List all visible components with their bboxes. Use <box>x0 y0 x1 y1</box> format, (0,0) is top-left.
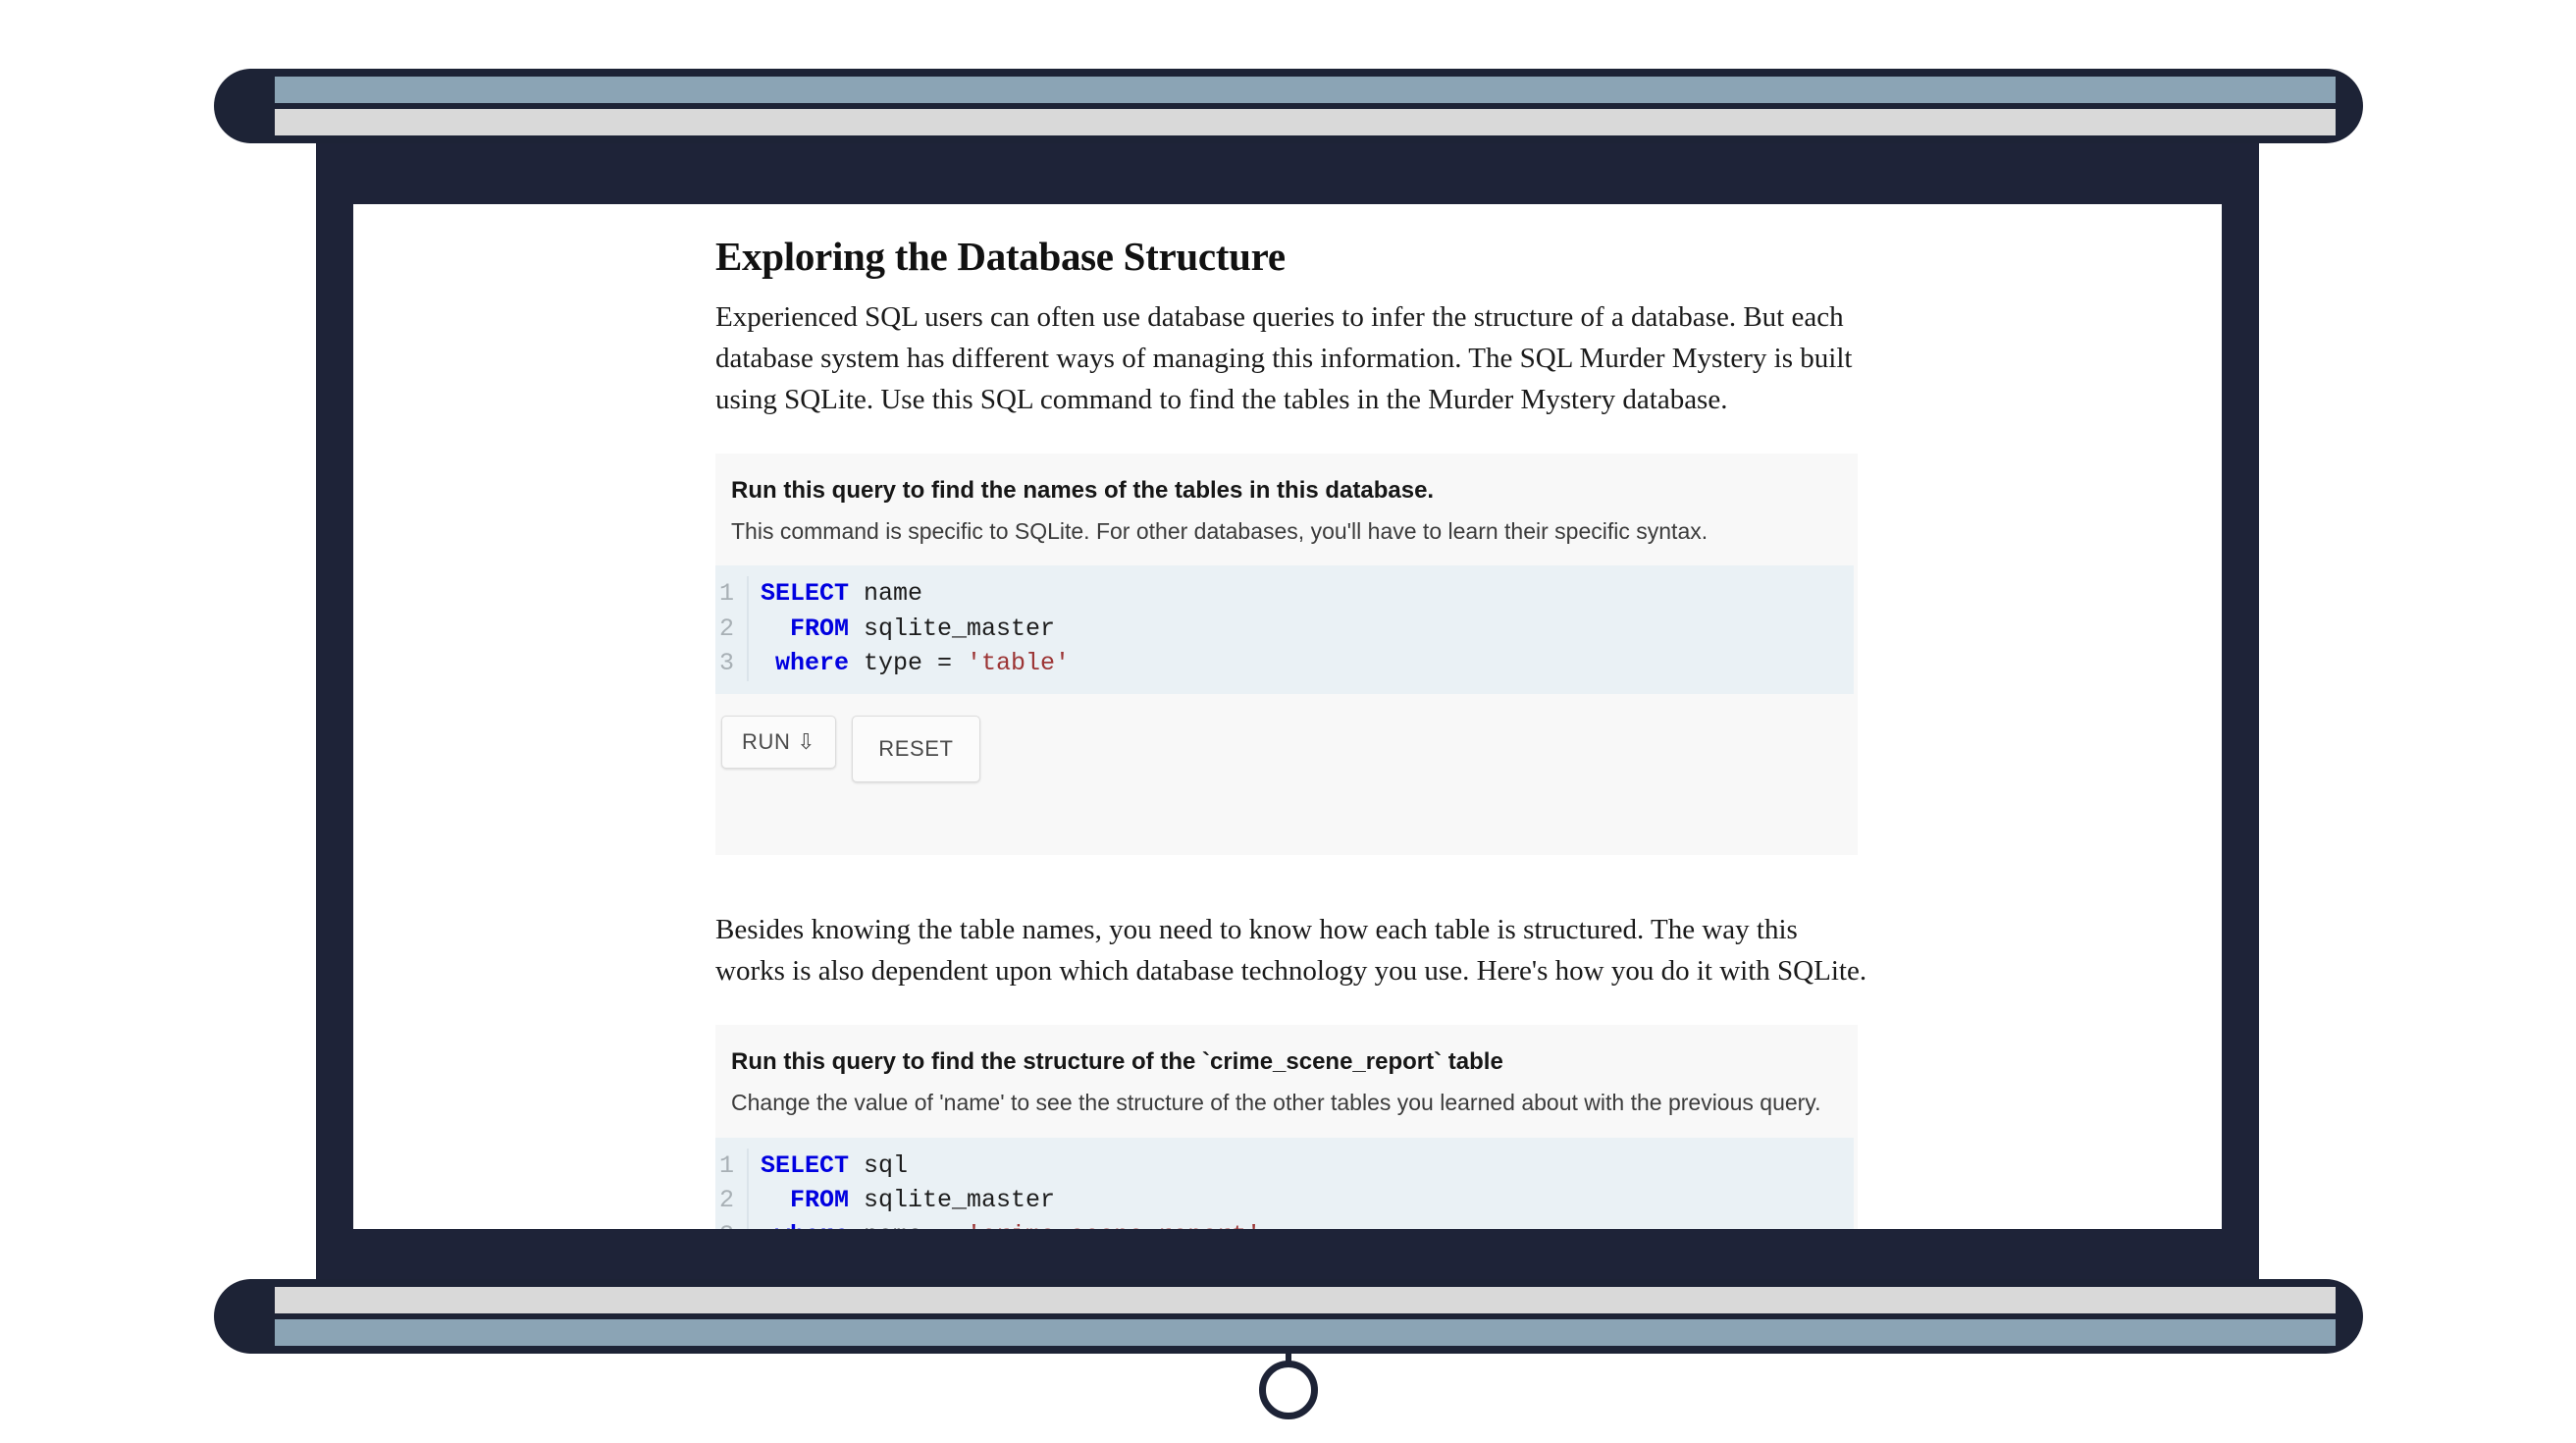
page-content: Exploring the Database Structure Experie… <box>715 234 1873 1229</box>
sql-text: name <box>849 579 923 609</box>
query-panel-1-results-area <box>715 782 1858 855</box>
sql-keyword: FROM <box>761 614 850 643</box>
sql-keyword: SELECT <box>761 1150 850 1180</box>
sql-text: sqlite_master <box>849 1186 1056 1215</box>
reset-button[interactable]: RESET <box>852 715 980 782</box>
sql-editor-1[interactable]: 1 SELECT name 2 FROM sqlite_master 3 wher… <box>715 565 1854 694</box>
query-panel-1-title: Run this query to find the names of the … <box>731 477 1435 505</box>
code-line: 2 FROM sqlite_master <box>715 611 1854 647</box>
screen-top-bar <box>214 69 2363 143</box>
query-panel-2: Run this query to find the structure of … <box>715 1025 1858 1229</box>
code-line: 3 where name = 'crime_scene_report' <box>715 1217 1854 1229</box>
run-button[interactable]: RUN ⇩ <box>721 715 837 769</box>
sql-string-literal: 'table' <box>967 649 1071 678</box>
sql-keyword: SELECT <box>761 579 850 609</box>
sql-keyword: FROM <box>761 1186 850 1215</box>
query-panel-2-title: Run this query to find the structure of … <box>731 1048 1503 1076</box>
sql-keyword: where <box>761 649 850 678</box>
sql-keyword: where <box>761 1218 849 1229</box>
sql-string-literal: 'crime_scene_report' <box>967 1218 1261 1229</box>
sql-text: sqlite_master <box>849 614 1056 643</box>
line-number: 1 <box>715 1148 749 1184</box>
query-panel-1: Run this query to find the names of the … <box>715 454 1858 855</box>
middle-paragraph: Besides knowing the table names, you nee… <box>715 913 1867 987</box>
query-panel-1-buttons: RUN ⇩ RESET <box>715 694 1858 782</box>
query-panel-1-subtitle: This command is specific to SQLite. For … <box>731 517 1709 544</box>
sql-text: type = <box>849 649 968 678</box>
line-number: 2 <box>715 611 749 647</box>
query-panel-1-header: Run this query to find the names of the … <box>715 475 1858 546</box>
bottom-band-gray <box>275 1287 2336 1313</box>
sql-editor-2[interactable]: 1 SELECT sql 2 FROM sqlite_master 3 where… <box>715 1137 1854 1229</box>
line-number: 3 <box>715 646 749 681</box>
code-line: 1 SELECT name <box>715 576 1854 612</box>
sql-text: name = <box>849 1218 967 1229</box>
bottom-band-blue <box>275 1319 2336 1346</box>
pull-cord-ring-icon[interactable] <box>1259 1361 1318 1419</box>
top-bar-bands <box>275 77 2336 135</box>
line-number: 2 <box>715 1183 749 1218</box>
code-line: 2 FROM sqlite_master <box>715 1183 1854 1218</box>
projected-page: Exploring the Database Structure Experie… <box>353 204 2222 1229</box>
intro-paragraph: Experienced SQL users can often use data… <box>715 301 1853 415</box>
line-number: 1 <box>715 576 749 612</box>
query-panel-2-subtitle: Change the value of 'name' to see the st… <box>731 1089 1821 1115</box>
line-number: 3 <box>715 1217 749 1229</box>
top-band-gray <box>275 109 2336 135</box>
projector-screen-scene: Exploring the Database Structure Experie… <box>0 0 2576 1443</box>
code-line: 1 SELECT sql <box>715 1148 1854 1184</box>
screen-bottom-bar <box>214 1279 2363 1354</box>
sql-text: sql <box>849 1150 909 1180</box>
page-title: Exploring the Database Structure <box>715 234 1286 279</box>
top-band-blue <box>275 77 2336 103</box>
bottom-bar-bands <box>275 1287 2336 1346</box>
code-line: 3 where type = 'table' <box>715 646 1854 681</box>
query-panel-2-header: Run this query to find the structure of … <box>715 1046 1858 1117</box>
